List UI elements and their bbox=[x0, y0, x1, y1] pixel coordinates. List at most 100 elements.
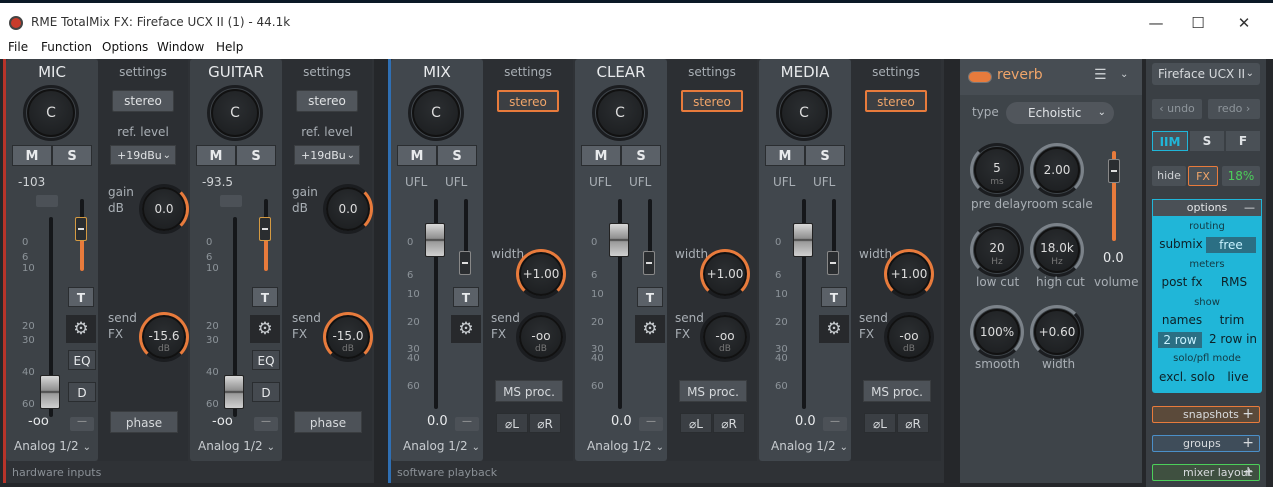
add-icon[interactable]: + bbox=[1242, 436, 1254, 451]
reverb-width-knob[interactable]: +0.60 bbox=[1030, 305, 1084, 359]
predelay-knob[interactable]: 5 ms bbox=[970, 143, 1024, 197]
fx-send-knob[interactable]: -oo dB bbox=[700, 312, 750, 362]
rms-option[interactable]: RMS bbox=[1212, 275, 1256, 289]
gain-fader[interactable] bbox=[259, 217, 271, 241]
gear-icon[interactable]: ⚙ bbox=[819, 315, 849, 343]
phase-left-button[interactable]: ⌀L bbox=[680, 413, 712, 433]
channel-name[interactable]: MIX bbox=[391, 63, 483, 81]
dynamics-button[interactable]: D bbox=[252, 382, 280, 402]
fader-reset-button[interactable]: — bbox=[639, 417, 663, 431]
ms-proc-button[interactable]: MS proc. bbox=[495, 380, 563, 402]
phase-left-button[interactable]: ⌀L bbox=[496, 413, 528, 433]
channel-name[interactable]: MEDIA bbox=[759, 63, 851, 81]
fader-reset-button[interactable]: — bbox=[455, 417, 479, 431]
fader-reset-button[interactable]: — bbox=[70, 417, 94, 431]
solo-mode-s[interactable]: S bbox=[1190, 131, 1224, 151]
mute-button[interactable]: M bbox=[12, 145, 52, 166]
reverb-volume-fader[interactable] bbox=[1108, 159, 1120, 183]
chevron-down-icon[interactable]: ⌄ bbox=[1120, 69, 1128, 80]
phase-button[interactable]: phase bbox=[294, 411, 362, 433]
solo-button[interactable]: S bbox=[52, 145, 92, 166]
volume-fader[interactable] bbox=[425, 223, 445, 257]
width-knob[interactable]: +1.00 bbox=[516, 249, 566, 299]
phase-button[interactable]: phase bbox=[110, 411, 178, 433]
pan-knob[interactable]: C bbox=[776, 85, 832, 141]
channel-name[interactable]: CLEAR bbox=[575, 63, 667, 81]
names-option[interactable]: names bbox=[1158, 313, 1206, 327]
reverb-type-select[interactable]: Echoistic ⌄ bbox=[1006, 102, 1114, 124]
stereo-button[interactable]: stereo bbox=[497, 90, 559, 112]
output-assign-select[interactable]: Analog 1/2 ⌄ bbox=[14, 439, 91, 461]
ms-proc-button[interactable]: MS proc. bbox=[863, 380, 931, 402]
gear-icon[interactable]: ⚙ bbox=[451, 315, 481, 343]
stereo-button[interactable]: stereo bbox=[112, 90, 174, 112]
ref-level-select[interactable]: +19dBu ⌄ bbox=[110, 145, 176, 165]
trim-button[interactable]: T bbox=[637, 287, 663, 307]
phase-right-button[interactable]: ⌀R bbox=[529, 413, 561, 433]
mute-button[interactable]: M bbox=[196, 145, 236, 166]
add-icon[interactable]: + bbox=[1242, 465, 1254, 480]
mixer-layout-bar[interactable]: mixer layout + bbox=[1152, 464, 1260, 481]
2rowin-option[interactable]: 2 row in bbox=[1206, 332, 1260, 346]
output-assign-select[interactable]: Analog 1/2 ⌄ bbox=[771, 439, 848, 461]
fx-send-knob[interactable]: -oo dB bbox=[884, 312, 934, 362]
smooth-knob[interactable]: 100% bbox=[970, 305, 1024, 359]
highcut-knob[interactable]: 18.0k Hz bbox=[1030, 223, 1084, 277]
device-select[interactable]: Fireface UCX II ⌄ bbox=[1152, 63, 1260, 85]
mute-button[interactable]: M bbox=[581, 145, 621, 166]
fx-send-knob[interactable]: -15.6 dB bbox=[139, 312, 189, 362]
menu-window[interactable]: Window bbox=[157, 40, 204, 54]
solo-button[interactable]: S bbox=[621, 145, 661, 166]
solo-button[interactable]: S bbox=[236, 145, 276, 166]
stereo-button[interactable]: stereo bbox=[865, 90, 927, 112]
gear-icon[interactable]: ⚙ bbox=[250, 315, 280, 343]
phase-right-button[interactable]: ⌀R bbox=[713, 413, 745, 433]
channel-name[interactable]: MIC bbox=[6, 63, 98, 81]
stereo-button[interactable]: stereo bbox=[681, 90, 743, 112]
gear-icon[interactable]: ⚙ bbox=[66, 315, 96, 343]
output-assign-select[interactable]: Analog 1/2 ⌄ bbox=[198, 439, 275, 461]
trim-option[interactable]: trim bbox=[1210, 313, 1254, 327]
volume-fader[interactable] bbox=[793, 223, 813, 257]
trim-fader[interactable] bbox=[459, 251, 471, 275]
fx-button[interactable]: FX bbox=[1188, 166, 1218, 186]
volume-fader[interactable] bbox=[40, 375, 60, 409]
solo-button[interactable]: S bbox=[437, 145, 477, 166]
postfx-option[interactable]: post fx bbox=[1158, 275, 1206, 289]
volume-fader[interactable] bbox=[609, 223, 629, 257]
exclsolo-option[interactable]: excl. solo bbox=[1156, 370, 1218, 384]
lowcut-knob[interactable]: 20 Hz bbox=[970, 223, 1024, 277]
ref-level-select[interactable]: +19dBu ⌄ bbox=[294, 145, 360, 165]
solo-button[interactable]: S bbox=[805, 145, 845, 166]
ms-proc-button[interactable]: MS proc. bbox=[679, 380, 747, 402]
trim-button[interactable]: T bbox=[68, 287, 94, 307]
gain-fader[interactable] bbox=[75, 217, 87, 241]
reverb-enable-toggle[interactable] bbox=[968, 71, 992, 83]
mute-button[interactable]: M bbox=[397, 145, 437, 166]
menu-icon[interactable]: ☰ bbox=[1094, 67, 1107, 83]
undo-button[interactable]: ‹ undo bbox=[1152, 99, 1202, 119]
fader-reset-button[interactable]: — bbox=[254, 417, 278, 431]
output-assign-select[interactable]: Analog 1/2 ⌄ bbox=[587, 439, 664, 461]
hide-button[interactable]: hide bbox=[1152, 166, 1186, 186]
roomscale-knob[interactable]: 2.00 bbox=[1030, 143, 1084, 197]
phase-left-button[interactable]: ⌀L bbox=[864, 413, 896, 433]
trim-button[interactable]: T bbox=[252, 287, 278, 307]
solo-mode-f[interactable]: F bbox=[1226, 131, 1260, 151]
menu-help[interactable]: Help bbox=[216, 40, 243, 54]
trim-button[interactable]: T bbox=[453, 287, 479, 307]
snapshots-bar[interactable]: snapshots + bbox=[1152, 406, 1260, 423]
fx-send-knob[interactable]: -oo dB bbox=[516, 312, 566, 362]
close-button[interactable]: ✕ bbox=[1221, 9, 1267, 37]
trim-button[interactable]: T bbox=[821, 287, 847, 307]
trim-fader[interactable] bbox=[827, 251, 839, 275]
output-assign-select[interactable]: Analog 1/2 ⌄ bbox=[403, 439, 480, 461]
minimize-button[interactable]: — bbox=[1133, 9, 1179, 37]
stereo-button[interactable]: stereo bbox=[296, 90, 358, 112]
channel-name[interactable]: GUITAR bbox=[190, 63, 282, 81]
volume-fader[interactable] bbox=[224, 375, 244, 409]
gain-knob[interactable]: 0.0 bbox=[139, 184, 189, 234]
eq-button[interactable]: EQ bbox=[252, 350, 280, 370]
pan-knob[interactable]: C bbox=[408, 85, 464, 141]
eq-button[interactable]: EQ bbox=[68, 350, 96, 370]
